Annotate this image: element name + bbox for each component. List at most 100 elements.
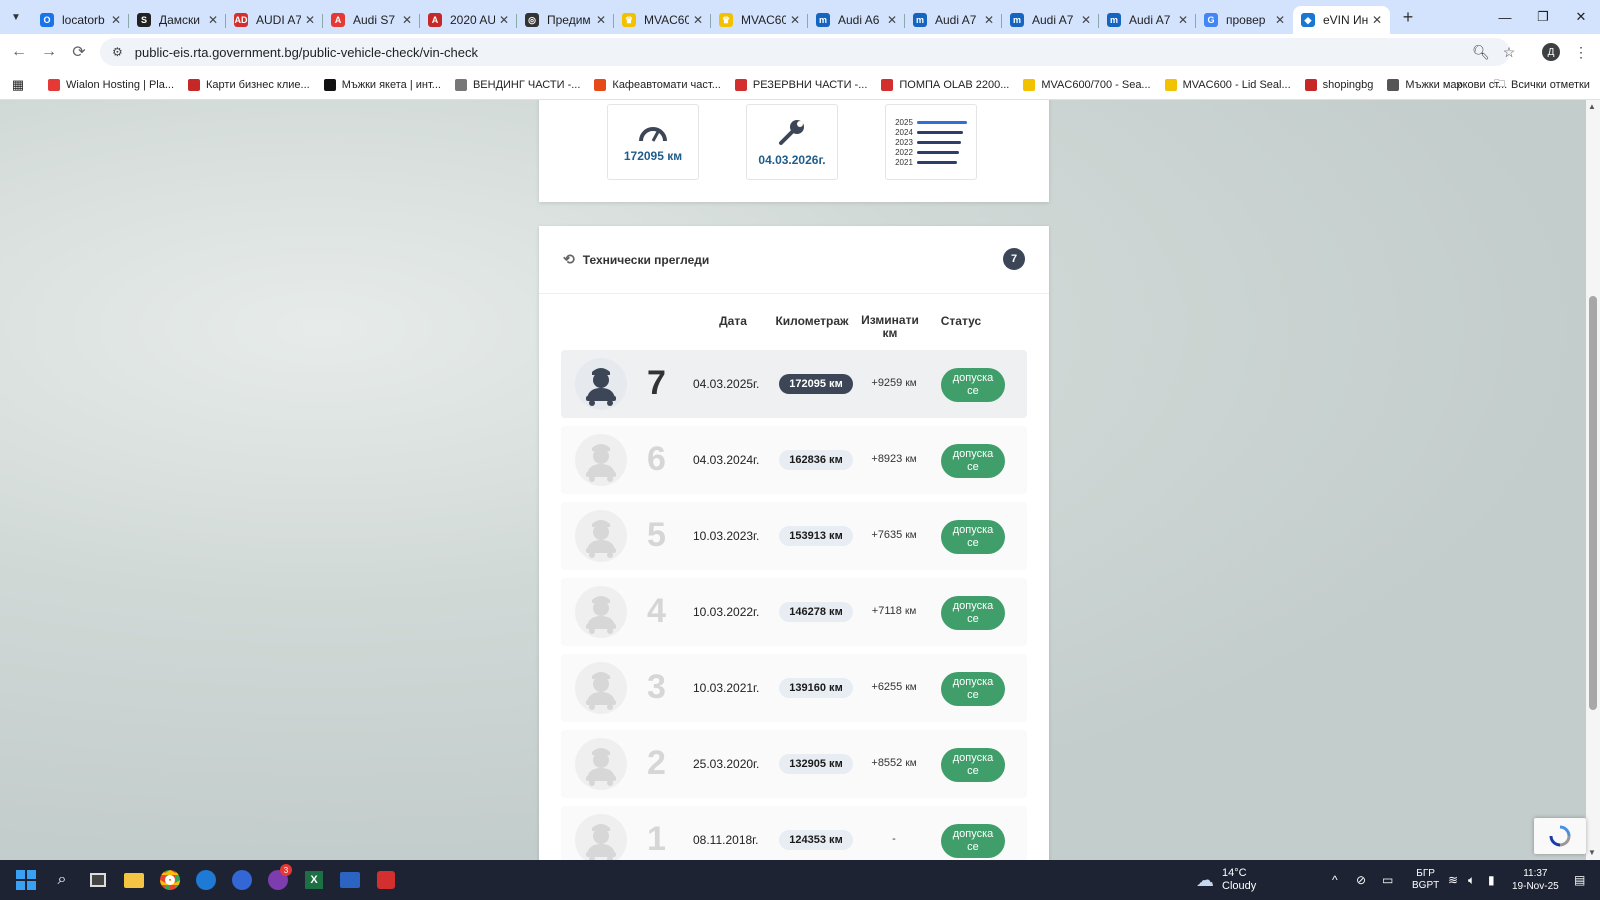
tab-close-icon[interactable]: ✕ [1372, 13, 1382, 27]
status-badge[interactable]: допуска се [941, 596, 1005, 630]
inspection-row[interactable]: 2 25.03.2020г. 132905 км +8552 км допуска се [561, 730, 1027, 798]
all-bookmarks-folder[interactable]: 🗀 Всички отметки [1494, 75, 1590, 94]
more-bookmarks-chevron-icon[interactable]: » [1456, 77, 1463, 92]
volume-icon[interactable]: 🔈︎ [1468, 860, 1475, 900]
tab-close-icon[interactable]: ✕ [499, 13, 509, 27]
tab[interactable]: m Audi A7 ✕ [905, 6, 1002, 34]
excel-icon[interactable]: X [296, 862, 332, 898]
inspection-row[interactable]: 6 04.03.2024г. 162836 км +8923 км допуска се [561, 426, 1027, 494]
tab-close-icon[interactable]: ✕ [1275, 13, 1285, 27]
tab-search-chevron-icon[interactable]: ▼ [0, 0, 32, 34]
profile-avatar[interactable]: Д [1538, 39, 1564, 65]
tab-close-icon[interactable]: ✕ [305, 13, 315, 27]
zoom-icon[interactable]: 🔍︎ [1468, 39, 1494, 65]
inspection-row[interactable]: 5 10.03.2023г. 153913 км +7635 км допуска се [561, 502, 1027, 570]
bookmark-item[interactable]: shopingbg [1304, 78, 1373, 91]
start-windows-icon[interactable] [8, 862, 44, 898]
chrome-icon[interactable] [152, 862, 188, 898]
bookmark-item[interactable]: Мъжки маркови ст... [1387, 78, 1507, 91]
tab[interactable]: m Audi A7 ✕ [1002, 6, 1099, 34]
tab-favicon-icon: A [428, 13, 442, 27]
tab[interactable]: Olocatorb ✕ [32, 6, 129, 34]
folder-icon: 🗀 [1494, 78, 1505, 90]
menu-icon[interactable]: ⋮ [1568, 39, 1594, 65]
tab[interactable]: ♛ MVAC60 ✕ [711, 6, 808, 34]
status-badge[interactable]: допуска се [941, 520, 1005, 554]
bookmark-item[interactable]: РЕЗЕРВНИ ЧАСТИ -... [734, 78, 867, 91]
scroll-down-arrow-icon[interactable]: ▼ [1588, 848, 1596, 857]
bookmark-star-icon[interactable]: ☆ [1496, 39, 1522, 65]
bookmark-item[interactable]: Wialon Hosting | Pla... [48, 78, 174, 91]
scrollbar-thumb[interactable] [1589, 296, 1597, 710]
tab[interactable]: ◎ Предим ✕ [517, 6, 614, 34]
clock[interactable]: 11:37 19-Nov-25 [1512, 860, 1559, 900]
task-view-icon[interactable] [80, 862, 116, 898]
tab[interactable]: S Дамски ✕ [129, 6, 226, 34]
tab[interactable]: Gпровер ✕ [1196, 6, 1293, 34]
edge-icon[interactable] [188, 862, 224, 898]
recaptcha-badge[interactable] [1534, 818, 1586, 854]
wifi-icon[interactable]: ≋ [1448, 860, 1458, 900]
chrome-alt-icon[interactable] [224, 862, 260, 898]
tab[interactable]: ◆ eVIN Ин ✕ [1293, 6, 1390, 34]
tab-close-icon[interactable]: ✕ [1081, 13, 1091, 27]
remote-desktop-icon[interactable] [332, 862, 368, 898]
page-scrollbar[interactable]: ▲ ▼ [1586, 100, 1600, 860]
tab[interactable]: m Audi A7 ✕ [1099, 6, 1196, 34]
inspection-number: 1 [647, 820, 666, 858]
apps-grid-icon[interactable]: ▦ [2, 77, 34, 93]
bookmark-item[interactable]: ПОМПА OLAB 2200... [881, 78, 1009, 91]
status-badge[interactable]: допуска се [941, 672, 1005, 706]
minimize-button[interactable]: — [1486, 0, 1524, 34]
weather-widget[interactable]: ☁ 14°C Cloudy [1196, 860, 1256, 900]
history-years-stat[interactable]: 2025 2024 2023 2022 2021 [885, 104, 977, 180]
bookmark-item[interactable]: Мъжки якета | инт... [323, 78, 441, 91]
tab[interactable]: A 2020 AU ✕ [420, 6, 517, 34]
reload-button[interactable]: ⟳ [64, 37, 94, 67]
language-indicator[interactable]: БГР BGPT [1412, 860, 1439, 900]
bookmark-item[interactable]: MVAC600 - Lid Seal... [1164, 78, 1291, 91]
restore-button[interactable]: ❐ [1524, 0, 1562, 34]
tab-close-icon[interactable]: ✕ [1178, 13, 1188, 27]
bookmark-item[interactable]: MVAC600/700 - Sea... [1023, 78, 1151, 91]
inspection-row[interactable]: 3 10.03.2021г. 139160 км +6255 км допуска се [561, 654, 1027, 722]
display-icon[interactable]: ▭ [1382, 860, 1393, 900]
tab-close-icon[interactable]: ✕ [596, 13, 606, 27]
tab-close-icon[interactable]: ✕ [693, 13, 703, 27]
notifications-icon[interactable]: ▤ [1574, 860, 1585, 900]
forward-button[interactable]: → [34, 37, 64, 67]
bookmark-item[interactable]: ВЕНДИНГ ЧАСТИ -... [454, 78, 580, 91]
status-badge[interactable]: допуска се [941, 824, 1005, 858]
file-explorer-icon[interactable] [116, 862, 152, 898]
status-badge[interactable]: допуска се [941, 748, 1005, 782]
acrobat-icon[interactable] [368, 862, 404, 898]
tab[interactable]: m Audi A6 ✕ [808, 6, 905, 34]
tray-chevron-icon[interactable]: ^ [1332, 860, 1338, 900]
bookmark-item[interactable]: Кафеавтомати част... [594, 78, 721, 91]
tab[interactable]: A Audi S7 ✕ [323, 6, 420, 34]
inspection-row[interactable]: 1 08.11.2018г. 124353 км - допуска се [561, 806, 1027, 860]
status-badge[interactable]: допуска се [941, 444, 1005, 478]
new-tab-button[interactable]: + [1394, 3, 1422, 31]
tab[interactable]: AD AUDI A7 ✕ [226, 6, 323, 34]
site-info-icon[interactable]: ⚙ [112, 45, 123, 59]
close-window-button[interactable]: ✕ [1562, 0, 1600, 34]
tab-close-icon[interactable]: ✕ [208, 13, 218, 27]
network-off-icon[interactable]: ⊘ [1356, 860, 1366, 900]
tab-close-icon[interactable]: ✕ [402, 13, 412, 27]
inspection-row[interactable]: 7 04.03.2025г. 172095 км +9259 км допуска се [561, 350, 1027, 418]
viber-icon[interactable]: 3 [260, 862, 296, 898]
bookmark-item[interactable]: Карти бизнес клие... [188, 78, 310, 91]
tab-close-icon[interactable]: ✕ [887, 13, 897, 27]
status-badge[interactable]: допуска се [941, 368, 1005, 402]
tab-close-icon[interactable]: ✕ [984, 13, 994, 27]
tab[interactable]: ♛ MVAC60 ✕ [614, 6, 711, 34]
search-icon[interactable]: ⌕ [44, 862, 80, 898]
scroll-up-arrow-icon[interactable]: ▲ [1588, 102, 1596, 111]
battery-icon[interactable]: ▮ [1488, 860, 1495, 900]
address-bar[interactable]: ⚙ public-eis.rta.government.bg/public-ve… [100, 38, 1510, 66]
inspection-row[interactable]: 4 10.03.2022г. 146278 км +7118 км допуска се [561, 578, 1027, 646]
back-button[interactable]: ← [4, 37, 34, 67]
tab-close-icon[interactable]: ✕ [111, 13, 121, 27]
tab-close-icon[interactable]: ✕ [790, 13, 800, 27]
